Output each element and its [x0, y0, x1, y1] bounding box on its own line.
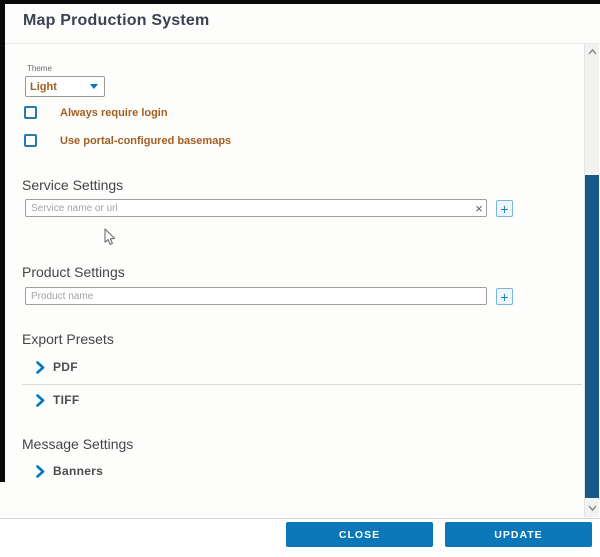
portal-basemaps-row: Use portal-configured basemaps — [24, 134, 231, 147]
always-require-login-checkbox[interactable] — [24, 106, 37, 119]
dialog-title: Map Production System — [23, 12, 209, 30]
checkbox-label: Always require login — [60, 107, 168, 119]
clear-icon[interactable]: × — [471, 199, 487, 217]
message-settings-heading: Message Settings — [22, 436, 133, 452]
header-divider — [5, 43, 600, 44]
add-service-button[interactable]: + — [496, 200, 513, 217]
close-button[interactable]: CLOSE — [286, 522, 433, 547]
theme-select[interactable]: Light — [25, 76, 105, 97]
preset-row-pdf[interactable]: PDF — [36, 360, 78, 374]
footer: CLOSE UPDATE — [0, 519, 600, 557]
chevron-right-icon — [36, 394, 45, 407]
scrollbar-thumb[interactable] — [585, 175, 599, 498]
chevron-down-icon — [90, 84, 98, 89]
service-settings-heading: Service Settings — [22, 177, 123, 193]
preset-label: Banners — [53, 464, 103, 478]
preset-row-banners[interactable]: Banners — [36, 464, 103, 478]
preset-divider — [22, 384, 582, 385]
settings-dialog: Map Production System Theme Light Always… — [0, 0, 600, 557]
scrollbar-down-arrow[interactable] — [586, 502, 598, 514]
add-product-button[interactable]: + — [496, 288, 513, 305]
portal-basemaps-checkbox[interactable] — [24, 134, 37, 147]
scrollbar-up-arrow[interactable] — [586, 46, 598, 58]
product-name-input[interactable] — [25, 287, 487, 305]
product-settings-heading: Product Settings — [22, 264, 125, 280]
service-name-input[interactable] — [25, 199, 487, 217]
preset-row-tiff[interactable]: TIFF — [36, 393, 80, 407]
plus-icon: + — [500, 202, 508, 216]
mouse-cursor-icon — [103, 228, 116, 247]
preset-label: PDF — [53, 360, 78, 374]
window-left-border — [0, 0, 5, 482]
chevron-right-icon — [36, 361, 45, 374]
preset-label: TIFF — [53, 393, 80, 407]
theme-selected-value: Light — [30, 81, 57, 93]
checkbox-label: Use portal-configured basemaps — [60, 135, 231, 147]
export-presets-heading: Export Presets — [22, 331, 114, 347]
update-button[interactable]: UPDATE — [445, 522, 592, 547]
theme-label: Theme — [27, 64, 52, 73]
window-top-border — [0, 0, 600, 4]
always-require-login-row: Always require login — [24, 106, 168, 119]
chevron-right-icon — [36, 465, 45, 478]
plus-icon: + — [500, 290, 508, 304]
